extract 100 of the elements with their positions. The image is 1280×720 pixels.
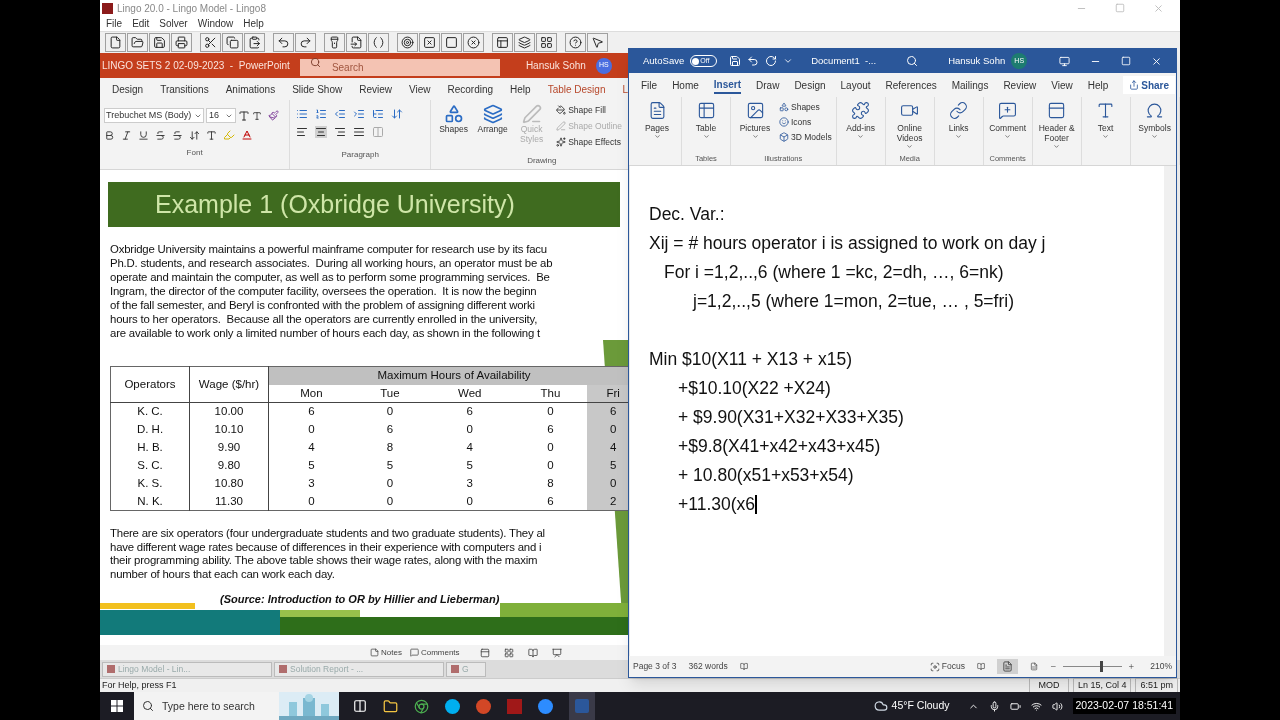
microphone-icon[interactable]: [988, 700, 1000, 712]
ribbon-tab[interactable]: Help: [510, 81, 531, 97]
ribbon-tab[interactable]: View: [1051, 76, 1073, 94]
undo-icon[interactable]: [277, 36, 290, 49]
print-layout-icon[interactable]: [997, 659, 1019, 674]
search-field[interactable]: Search: [299, 58, 500, 76]
ribbon-tab[interactable]: Animations: [225, 81, 276, 97]
save-icon[interactable]: [153, 36, 166, 49]
printer-icon[interactable]: [175, 36, 188, 49]
sorter-view-icon[interactable]: [503, 647, 514, 658]
ribbon-button[interactable]: Arrange: [476, 104, 510, 149]
paste-icon[interactable]: [248, 36, 261, 49]
cross-square-button[interactable]: [419, 33, 440, 52]
help-icon[interactable]: [569, 36, 582, 49]
file-explorer-icon[interactable]: [383, 698, 398, 714]
ribbon-button[interactable]: Table: [686, 101, 726, 153]
file-arrow-button[interactable]: [346, 33, 367, 52]
printer-button[interactable]: [171, 33, 192, 52]
ribbon-tab[interactable]: Slide Show: [292, 81, 343, 97]
normal-view-icon[interactable]: [479, 647, 490, 658]
font-color-icon[interactable]: [241, 129, 253, 141]
ribbon-tab[interactable]: References: [885, 76, 937, 94]
zoom-icon[interactable]: [538, 698, 553, 714]
ribbon-button[interactable]: Online Videos: [889, 101, 930, 153]
target-icon[interactable]: [401, 36, 414, 49]
weather-text[interactable]: 45°F Cloudy: [891, 698, 950, 714]
indent-icon[interactable]: [353, 108, 366, 120]
redo-icon[interactable]: [765, 55, 778, 67]
underline-icon[interactable]: [138, 129, 149, 141]
ribbon-button[interactable]: Icons: [779, 115, 832, 129]
zoom-slider[interactable]: [1062, 661, 1122, 672]
close-icon[interactable]: [1151, 55, 1162, 67]
flashlight-icon[interactable]: [328, 36, 341, 49]
powerpoint-icon[interactable]: [476, 698, 491, 714]
ribbon-tab[interactable]: Help: [1087, 76, 1109, 94]
ribbon-button[interactable]: Shape Effects: [556, 135, 622, 149]
ribbon-button[interactable]: Pictures: [735, 101, 775, 153]
ribbon-tab[interactable]: Mailings: [951, 76, 989, 94]
ribbon-tab[interactable]: Draw: [756, 76, 780, 94]
font-family-dropdown[interactable]: Trebuchet MS (Body): [104, 108, 204, 123]
italic-icon[interactable]: [121, 129, 132, 141]
cross-circle-icon[interactable]: [467, 36, 480, 49]
ribbon-button[interactable]: Links: [938, 101, 979, 165]
menu-item[interactable]: Edit: [132, 16, 150, 31]
bullets-icon[interactable]: [296, 108, 309, 120]
ribbon-button[interactable]: Add-ins: [840, 101, 881, 165]
redo-button[interactable]: [295, 33, 316, 52]
ribbon-tab[interactable]: Table Design: [547, 81, 606, 97]
justify-icon[interactable]: [353, 126, 366, 138]
grid-icon[interactable]: [540, 36, 553, 49]
align-center-icon[interactable]: [315, 126, 328, 138]
ribbon-tab[interactable]: Insert: [713, 76, 742, 94]
square-icon[interactable]: [445, 36, 458, 49]
layers-icon[interactable]: [518, 36, 531, 49]
ribbon-tab[interactable]: Recording: [447, 81, 494, 97]
ribbon-button[interactable]: 3D Models: [779, 130, 832, 144]
zoom-in-icon[interactable]: [1127, 662, 1135, 671]
ribbon-button[interactable]: Symbols: [1134, 101, 1175, 165]
outdent-icon[interactable]: [334, 108, 347, 120]
cut-button[interactable]: [200, 33, 221, 52]
ribbon-button[interactable]: Shape Fill: [556, 104, 622, 117]
weather-icon[interactable]: [873, 699, 888, 713]
ribbon-button[interactable]: Header & Footer: [1036, 101, 1077, 165]
skype-icon[interactable]: [445, 698, 460, 714]
pointer-icon[interactable]: [591, 36, 604, 49]
ribbon-tab[interactable]: File: [641, 76, 658, 94]
browser-icon[interactable]: [414, 698, 429, 714]
shrink-font-icon[interactable]: [252, 110, 262, 121]
ribbon-tab[interactable]: L: [622, 81, 628, 97]
ribbon-tab[interactable]: Layout: [840, 76, 871, 94]
status-button[interactable]: Comments: [409, 646, 460, 659]
paste-button[interactable]: [244, 33, 265, 52]
search-icon[interactable]: [906, 55, 919, 67]
numbering-icon[interactable]: [315, 108, 328, 120]
layers-button[interactable]: [514, 33, 535, 52]
read-mode-icon[interactable]: [976, 661, 986, 672]
menu-item[interactable]: Solver: [159, 16, 188, 31]
cut-icon[interactable]: [204, 36, 217, 49]
align-left-icon[interactable]: [296, 126, 309, 138]
task-view-icon[interactable]: [353, 699, 367, 713]
font-size-dropdown[interactable]: 16: [206, 108, 236, 123]
parentheses-icon[interactable]: [372, 36, 385, 49]
target-button[interactable]: [397, 33, 418, 52]
help-button[interactable]: [565, 33, 586, 52]
web-layout-icon[interactable]: [1030, 661, 1039, 672]
proofing-icon[interactable]: [739, 661, 748, 672]
open-folder-icon[interactable]: [131, 36, 144, 49]
menu-item[interactable]: Window: [197, 16, 234, 31]
ribbon-tab[interactable]: Design: [794, 76, 826, 94]
grid-button[interactable]: [536, 33, 557, 52]
ribbon-button[interactable]: Shapes: [779, 101, 832, 114]
ribbon-tab[interactable]: Review: [1003, 76, 1037, 94]
windows-icon[interactable]: [496, 36, 509, 49]
focus-button[interactable]: Focus: [929, 660, 965, 673]
file-arrow-icon[interactable]: [350, 36, 363, 49]
ribbon-display-icon[interactable]: [1059, 55, 1070, 67]
undo-button[interactable]: [273, 33, 294, 52]
open-folder-button[interactable]: [127, 33, 148, 52]
ribbon-button[interactable]: Text: [1085, 101, 1126, 165]
clear-format-icon[interactable]: [268, 110, 279, 121]
